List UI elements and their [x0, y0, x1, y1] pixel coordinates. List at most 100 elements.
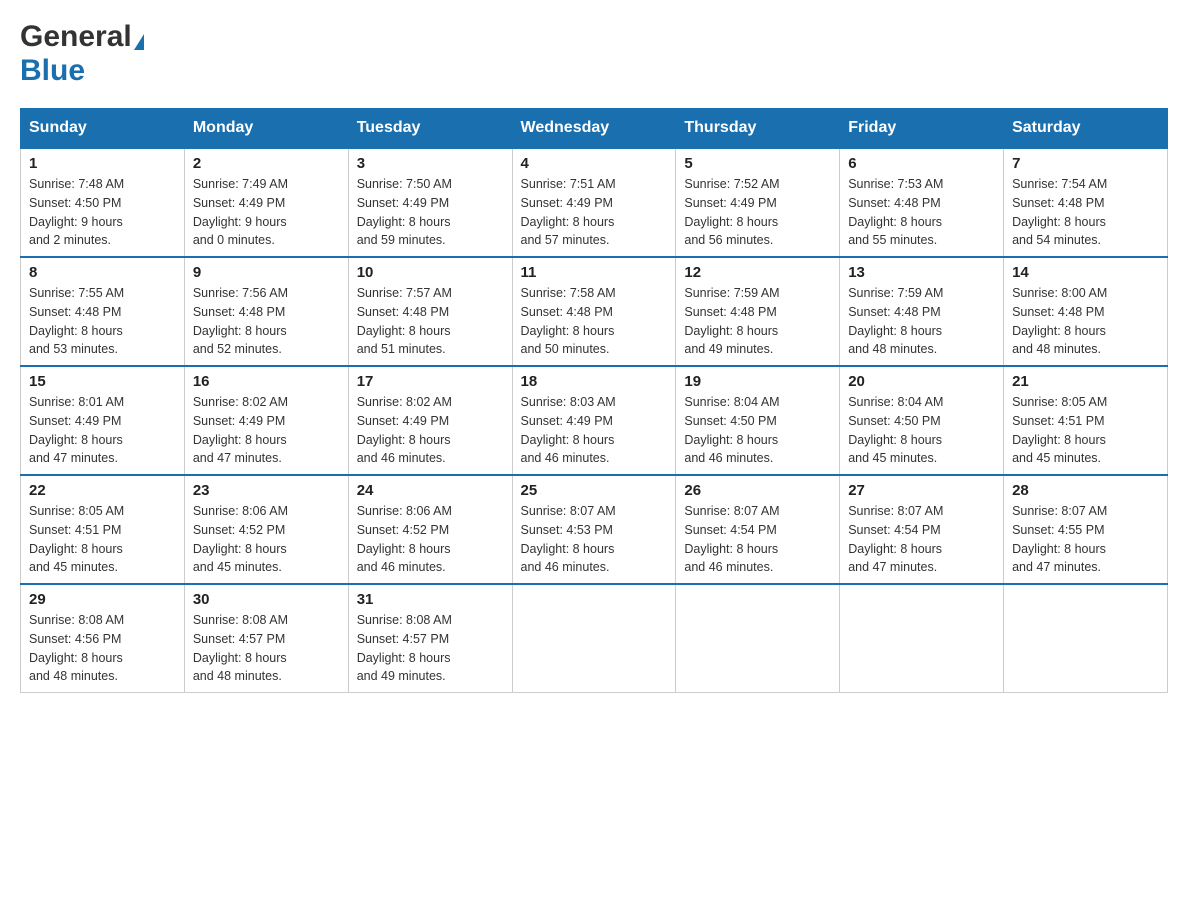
day-number: 24	[357, 482, 504, 499]
day-number: 6	[848, 155, 995, 172]
day-info: Sunrise: 7:51 AMSunset: 4:49 PMDaylight:…	[521, 175, 668, 250]
day-cell: 12 Sunrise: 7:59 AMSunset: 4:48 PMDaylig…	[676, 257, 840, 366]
day-info: Sunrise: 7:52 AMSunset: 4:49 PMDaylight:…	[684, 175, 831, 250]
day-number: 16	[193, 373, 340, 390]
day-info: Sunrise: 7:59 AMSunset: 4:48 PMDaylight:…	[848, 284, 995, 359]
day-info: Sunrise: 7:57 AMSunset: 4:48 PMDaylight:…	[357, 284, 504, 359]
day-number: 7	[1012, 155, 1159, 172]
day-cell: 17 Sunrise: 8:02 AMSunset: 4:49 PMDaylig…	[348, 366, 512, 475]
day-cell: 23 Sunrise: 8:06 AMSunset: 4:52 PMDaylig…	[184, 475, 348, 584]
day-number: 29	[29, 591, 176, 608]
day-cell: 26 Sunrise: 8:07 AMSunset: 4:54 PMDaylig…	[676, 475, 840, 584]
week-row-3: 15 Sunrise: 8:01 AMSunset: 4:49 PMDaylig…	[21, 366, 1168, 475]
day-info: Sunrise: 7:56 AMSunset: 4:48 PMDaylight:…	[193, 284, 340, 359]
day-info: Sunrise: 8:05 AMSunset: 4:51 PMDaylight:…	[29, 502, 176, 577]
day-cell: 15 Sunrise: 8:01 AMSunset: 4:49 PMDaylig…	[21, 366, 185, 475]
day-cell	[512, 584, 676, 693]
logo-general-line: General	[20, 20, 144, 54]
day-info: Sunrise: 7:54 AMSunset: 4:48 PMDaylight:…	[1012, 175, 1159, 250]
day-info: Sunrise: 8:03 AMSunset: 4:49 PMDaylight:…	[521, 393, 668, 468]
day-number: 3	[357, 155, 504, 172]
day-info: Sunrise: 8:08 AMSunset: 4:57 PMDaylight:…	[193, 611, 340, 686]
day-cell: 8 Sunrise: 7:55 AMSunset: 4:48 PMDayligh…	[21, 257, 185, 366]
week-row-5: 29 Sunrise: 8:08 AMSunset: 4:56 PMDaylig…	[21, 584, 1168, 693]
day-cell: 6 Sunrise: 7:53 AMSunset: 4:48 PMDayligh…	[840, 148, 1004, 257]
logo-general-text: General	[20, 20, 132, 53]
day-info: Sunrise: 8:02 AMSunset: 4:49 PMDaylight:…	[357, 393, 504, 468]
day-cell: 9 Sunrise: 7:56 AMSunset: 4:48 PMDayligh…	[184, 257, 348, 366]
day-cell: 2 Sunrise: 7:49 AMSunset: 4:49 PMDayligh…	[184, 148, 348, 257]
calendar-table: SundayMondayTuesdayWednesdayThursdayFrid…	[20, 108, 1168, 693]
day-cell: 14 Sunrise: 8:00 AMSunset: 4:48 PMDaylig…	[1004, 257, 1168, 366]
day-info: Sunrise: 7:55 AMSunset: 4:48 PMDaylight:…	[29, 284, 176, 359]
day-cell: 5 Sunrise: 7:52 AMSunset: 4:49 PMDayligh…	[676, 148, 840, 257]
header-row: SundayMondayTuesdayWednesdayThursdayFrid…	[21, 109, 1168, 149]
page-header: General Blue	[20, 20, 1168, 88]
day-cell	[1004, 584, 1168, 693]
week-row-2: 8 Sunrise: 7:55 AMSunset: 4:48 PMDayligh…	[21, 257, 1168, 366]
day-cell: 16 Sunrise: 8:02 AMSunset: 4:49 PMDaylig…	[184, 366, 348, 475]
day-cell: 1 Sunrise: 7:48 AMSunset: 4:50 PMDayligh…	[21, 148, 185, 257]
day-cell: 21 Sunrise: 8:05 AMSunset: 4:51 PMDaylig…	[1004, 366, 1168, 475]
day-info: Sunrise: 8:07 AMSunset: 4:55 PMDaylight:…	[1012, 502, 1159, 577]
day-cell: 25 Sunrise: 8:07 AMSunset: 4:53 PMDaylig…	[512, 475, 676, 584]
day-cell: 27 Sunrise: 8:07 AMSunset: 4:54 PMDaylig…	[840, 475, 1004, 584]
day-info: Sunrise: 8:06 AMSunset: 4:52 PMDaylight:…	[357, 502, 504, 577]
day-info: Sunrise: 7:59 AMSunset: 4:48 PMDaylight:…	[684, 284, 831, 359]
day-number: 15	[29, 373, 176, 390]
day-number: 31	[357, 591, 504, 608]
day-info: Sunrise: 8:04 AMSunset: 4:50 PMDaylight:…	[684, 393, 831, 468]
day-cell: 30 Sunrise: 8:08 AMSunset: 4:57 PMDaylig…	[184, 584, 348, 693]
day-number: 12	[684, 264, 831, 281]
day-info: Sunrise: 7:50 AMSunset: 4:49 PMDaylight:…	[357, 175, 504, 250]
day-cell: 3 Sunrise: 7:50 AMSunset: 4:49 PMDayligh…	[348, 148, 512, 257]
day-number: 23	[193, 482, 340, 499]
col-header-wednesday: Wednesday	[512, 109, 676, 149]
day-cell: 10 Sunrise: 7:57 AMSunset: 4:48 PMDaylig…	[348, 257, 512, 366]
day-cell: 31 Sunrise: 8:08 AMSunset: 4:57 PMDaylig…	[348, 584, 512, 693]
day-info: Sunrise: 8:08 AMSunset: 4:56 PMDaylight:…	[29, 611, 176, 686]
logo-blue-line: Blue	[20, 54, 85, 88]
day-number: 4	[521, 155, 668, 172]
day-cell: 7 Sunrise: 7:54 AMSunset: 4:48 PMDayligh…	[1004, 148, 1168, 257]
day-info: Sunrise: 8:00 AMSunset: 4:48 PMDaylight:…	[1012, 284, 1159, 359]
day-cell	[840, 584, 1004, 693]
day-info: Sunrise: 7:48 AMSunset: 4:50 PMDaylight:…	[29, 175, 176, 250]
day-cell: 24 Sunrise: 8:06 AMSunset: 4:52 PMDaylig…	[348, 475, 512, 584]
day-number: 28	[1012, 482, 1159, 499]
day-info: Sunrise: 7:53 AMSunset: 4:48 PMDaylight:…	[848, 175, 995, 250]
day-number: 26	[684, 482, 831, 499]
day-info: Sunrise: 8:07 AMSunset: 4:54 PMDaylight:…	[684, 502, 831, 577]
day-cell: 20 Sunrise: 8:04 AMSunset: 4:50 PMDaylig…	[840, 366, 1004, 475]
day-number: 25	[521, 482, 668, 499]
week-row-4: 22 Sunrise: 8:05 AMSunset: 4:51 PMDaylig…	[21, 475, 1168, 584]
logo: General Blue	[20, 20, 144, 88]
col-header-friday: Friday	[840, 109, 1004, 149]
day-info: Sunrise: 8:08 AMSunset: 4:57 PMDaylight:…	[357, 611, 504, 686]
day-cell: 18 Sunrise: 8:03 AMSunset: 4:49 PMDaylig…	[512, 366, 676, 475]
day-cell: 22 Sunrise: 8:05 AMSunset: 4:51 PMDaylig…	[21, 475, 185, 584]
day-number: 22	[29, 482, 176, 499]
day-number: 11	[521, 264, 668, 281]
day-info: Sunrise: 8:02 AMSunset: 4:49 PMDaylight:…	[193, 393, 340, 468]
day-number: 10	[357, 264, 504, 281]
day-number: 14	[1012, 264, 1159, 281]
col-header-monday: Monday	[184, 109, 348, 149]
day-number: 30	[193, 591, 340, 608]
day-number: 13	[848, 264, 995, 281]
day-number: 8	[29, 264, 176, 281]
day-cell: 29 Sunrise: 8:08 AMSunset: 4:56 PMDaylig…	[21, 584, 185, 693]
day-info: Sunrise: 7:58 AMSunset: 4:48 PMDaylight:…	[521, 284, 668, 359]
day-number: 21	[1012, 373, 1159, 390]
day-cell	[676, 584, 840, 693]
day-info: Sunrise: 8:05 AMSunset: 4:51 PMDaylight:…	[1012, 393, 1159, 468]
day-cell: 13 Sunrise: 7:59 AMSunset: 4:48 PMDaylig…	[840, 257, 1004, 366]
day-cell: 19 Sunrise: 8:04 AMSunset: 4:50 PMDaylig…	[676, 366, 840, 475]
day-number: 9	[193, 264, 340, 281]
day-info: Sunrise: 8:07 AMSunset: 4:53 PMDaylight:…	[521, 502, 668, 577]
day-number: 5	[684, 155, 831, 172]
day-cell: 28 Sunrise: 8:07 AMSunset: 4:55 PMDaylig…	[1004, 475, 1168, 584]
col-header-tuesday: Tuesday	[348, 109, 512, 149]
day-number: 17	[357, 373, 504, 390]
day-info: Sunrise: 7:49 AMSunset: 4:49 PMDaylight:…	[193, 175, 340, 250]
